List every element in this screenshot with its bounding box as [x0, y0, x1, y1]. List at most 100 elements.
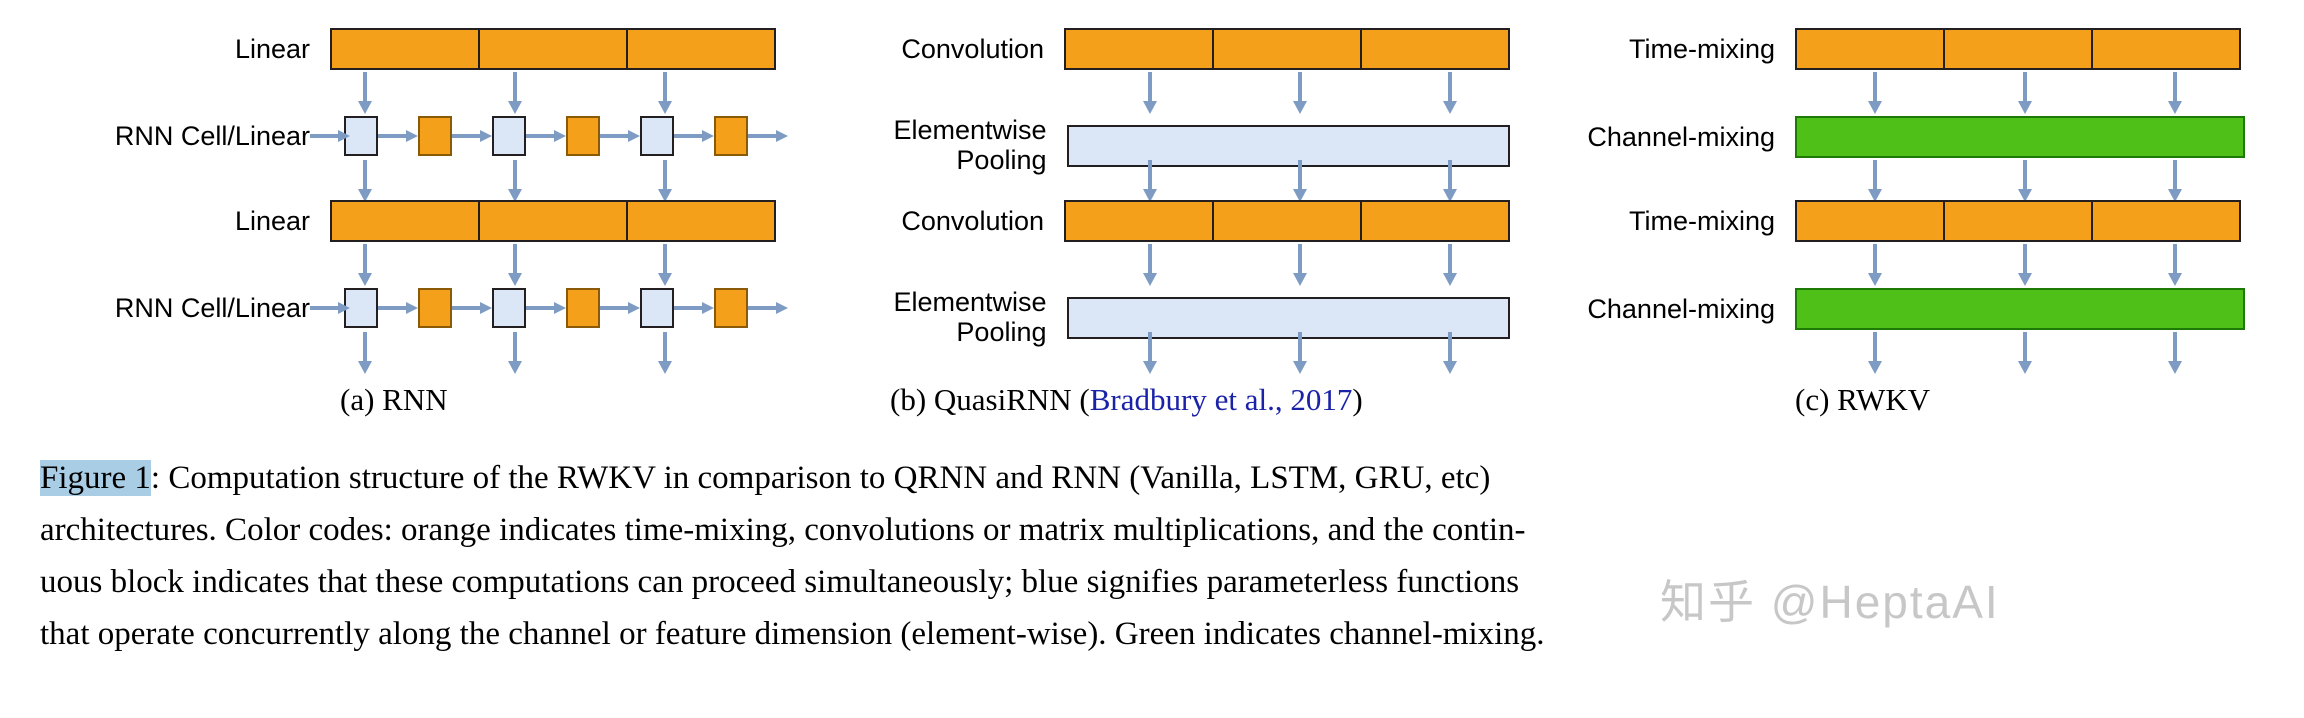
row-label-time-mixing-1: Time-mixing — [1628, 33, 1775, 64]
caption-line-4: that operate concurrently along the chan… — [40, 608, 2270, 660]
bar-time-mixing-2 — [1795, 200, 2241, 242]
subcaption-a: (a) RNN — [340, 382, 448, 417]
cell-blue — [492, 116, 526, 156]
arrow-right — [526, 130, 566, 142]
arrow-down — [1868, 72, 1882, 114]
row-label-time-mixing-2: Time-mixing — [1628, 205, 1775, 236]
figure-label: Figure 1 — [40, 460, 151, 496]
arrow-down — [358, 160, 372, 202]
bar-segment — [330, 28, 480, 70]
row-label-linear-1: Linear — [234, 33, 310, 64]
caption-line-1-text: : Computation structure of the RWKV in c… — [150, 460, 1491, 496]
bar-segment — [1360, 28, 1510, 70]
bar-segment — [478, 28, 628, 70]
row-label-elementwise-pooling-2: Elementwise Pooling — [893, 287, 1047, 347]
cell-orange — [566, 288, 600, 328]
bar-segment — [1064, 200, 1214, 242]
bar-segment — [1795, 28, 1945, 70]
row-label-elementwise-pooling-1: Elementwise Pooling — [893, 115, 1047, 175]
subcaption-c: (c) RWKV — [1795, 382, 1931, 417]
arrow-down — [1443, 244, 1457, 286]
arrow-down — [358, 244, 372, 286]
bar-segment — [1064, 28, 1214, 70]
bar-time-mixing-1 — [1795, 28, 2241, 70]
row-label-channel-mixing-2: Channel-mixing — [1587, 293, 1775, 324]
bar-segment — [1943, 200, 2093, 242]
arrow-right — [600, 302, 640, 314]
subcaption-b-text: (b) QuasiRNN — [890, 382, 1080, 417]
caption-line-3-text: uous block indicates that these computat… — [40, 564, 1520, 600]
arrow-right — [378, 130, 418, 142]
arrow-down — [1143, 160, 1157, 202]
arrow-right — [452, 302, 492, 314]
arrow-right — [310, 302, 350, 314]
arrow-down — [508, 72, 522, 114]
cellrow-rnn-2 — [310, 288, 788, 328]
cell-blue — [640, 116, 674, 156]
arrow-down — [1143, 332, 1157, 374]
figure-1: Linear RNN Cell/Linear Linear RNN Cell/L… — [0, 0, 2304, 718]
arrow-down — [2168, 244, 2182, 286]
caption-line-4-text: that operate concurrently along the chan… — [40, 616, 1545, 652]
arrow-down — [1143, 72, 1157, 114]
caption-line-2-text: architectures. Color codes: orange indic… — [40, 512, 1526, 548]
bar-segment — [626, 200, 776, 242]
arrow-down — [1293, 244, 1307, 286]
bar-segment — [1795, 200, 1945, 242]
row-label-rnncell-2: RNN Cell/Linear — [114, 292, 310, 323]
cell-orange — [418, 116, 452, 156]
panel-rwkv: Time-mixing Channel-mixing Time-mixing C… — [1530, 0, 2270, 430]
bar-convolution-1 — [1064, 28, 1510, 70]
cell-blue — [640, 288, 674, 328]
arrow-down — [1443, 332, 1457, 374]
arrow-down — [1293, 72, 1307, 114]
arrow-right — [674, 130, 714, 142]
arrow-right — [310, 130, 350, 142]
arrow-right — [526, 302, 566, 314]
diagram-panels: Linear RNN Cell/Linear Linear RNN Cell/L… — [0, 0, 2304, 430]
arrow-down — [2168, 72, 2182, 114]
arrow-down — [508, 332, 522, 374]
arrow-right — [748, 302, 788, 314]
cellrow-rnn-1 — [310, 116, 788, 156]
bar-linear-1 — [330, 28, 776, 70]
arrow-down — [658, 160, 672, 202]
arrow-right — [748, 130, 788, 142]
arrow-down — [2018, 332, 2032, 374]
arrow-down — [2018, 244, 2032, 286]
arrow-down — [2168, 160, 2182, 202]
subcaption-b-paren-close: ) — [1352, 382, 1363, 417]
arrow-down — [1293, 160, 1307, 202]
bar-segment — [1212, 28, 1362, 70]
arrow-down — [508, 244, 522, 286]
bar-segment — [1360, 200, 1510, 242]
arrow-down — [658, 244, 672, 286]
bar-convolution-2 — [1064, 200, 1510, 242]
arrow-right — [452, 130, 492, 142]
bar-segment — [2091, 200, 2241, 242]
cell-orange — [714, 116, 748, 156]
arrow-down — [2018, 72, 2032, 114]
arrow-down — [658, 332, 672, 374]
panel-quasirnn: Convolution Elementwise Pooling Convolut… — [810, 0, 1510, 430]
arrow-down — [2018, 160, 2032, 202]
panel-rnn: Linear RNN Cell/Linear Linear RNN Cell/L… — [30, 0, 790, 430]
citation-link-bradbury[interactable]: Bradbury et al., 2017 — [1090, 382, 1353, 417]
arrow-down — [1868, 332, 1882, 374]
cell-blue — [492, 288, 526, 328]
arrow-right — [378, 302, 418, 314]
cell-orange — [566, 116, 600, 156]
arrow-down — [2168, 332, 2182, 374]
bar-linear-2 — [330, 200, 776, 242]
arrow-down — [508, 160, 522, 202]
caption-line-1: Figure 1: Computation structure of the R… — [40, 452, 2270, 504]
bar-segment — [1943, 28, 2093, 70]
cell-orange — [714, 288, 748, 328]
arrow-down — [358, 332, 372, 374]
arrow-right — [674, 302, 714, 314]
arrow-down — [1868, 160, 1882, 202]
bar-channel-mixing-2 — [1795, 288, 2245, 330]
row-label-channel-mixing-1: Channel-mixing — [1587, 121, 1775, 152]
row-label-rnncell-1: RNN Cell/Linear — [114, 120, 310, 151]
bar-segment — [1212, 200, 1362, 242]
